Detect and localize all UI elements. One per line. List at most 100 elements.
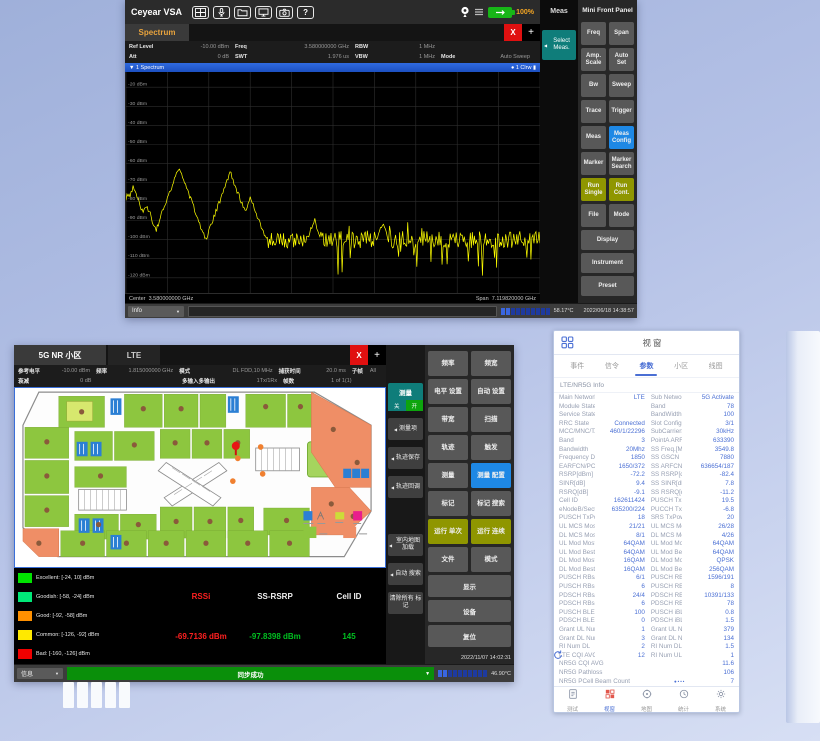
button-item[interactable]: 测量: [428, 463, 468, 488]
svg-text:-90 dBm: -90 dBm: [128, 215, 147, 221]
button-run-single[interactable]: Run Single: [581, 178, 606, 201]
side-button-item[interactable]: ◀轨迹保存: [388, 447, 423, 469]
button-run-cont[interactable]: Run Cont.: [609, 178, 634, 201]
param-label: 捕获时间: [279, 367, 315, 375]
footer-tab-item[interactable]: 测试: [554, 686, 591, 713]
row-value: Connected: [595, 420, 645, 429]
footer-tab-item[interactable]: 视窗: [591, 686, 628, 713]
viewer-tab-item[interactable]: 小区: [664, 355, 699, 377]
refresh-icon[interactable]: [554, 650, 563, 660]
button-item[interactable]: 自动 设置: [471, 379, 511, 404]
help-icon[interactable]: ?: [297, 6, 314, 19]
button-marker[interactable]: Marker: [581, 152, 606, 175]
channel-bar-right: ● 1 Clrw ▮: [511, 65, 536, 71]
row-value: 18: [595, 514, 645, 523]
row-label: eNodeB/Sector ID: [559, 506, 595, 515]
button-instrument[interactable]: Instrument: [581, 253, 634, 273]
row-label: SS ARFCN/PCI: [651, 463, 682, 472]
button-item[interactable]: 文件: [428, 547, 468, 572]
apps-grid-icon[interactable]: [561, 336, 574, 349]
spectrum-channel-bar[interactable]: ▼ 1 Spectrum ● 1 Clrw ▮: [125, 63, 540, 72]
button-file[interactable]: File: [581, 204, 606, 227]
toggle-off[interactable]: 关: [388, 400, 406, 411]
row-label: DL MCS Most/Best: [559, 532, 595, 541]
folder-icon[interactable]: [234, 6, 251, 19]
button-item[interactable]: 带宽: [428, 407, 468, 432]
side-button-item[interactable]: 清除所有 标记: [388, 592, 423, 614]
add-tab-button[interactable]: +: [368, 345, 386, 365]
info-dropdown[interactable]: Info▼: [128, 306, 184, 317]
footer-tab-item[interactable]: 系统: [702, 686, 739, 713]
layout-icon[interactable]: [192, 6, 209, 19]
button-span[interactable]: Span: [609, 22, 634, 45]
led-block: [458, 670, 462, 677]
select-meas-button[interactable]: ◀Select Meas.: [542, 30, 576, 60]
button-item[interactable]: 频宽: [471, 351, 511, 376]
side-button-item[interactable]: ◀测量项: [388, 418, 423, 440]
button-item[interactable]: 设备: [428, 600, 511, 622]
button-trace[interactable]: Trace: [581, 100, 606, 123]
footer-tab-item[interactable]: 地图: [628, 686, 665, 713]
meas-on-off-toggle[interactable]: 关 开: [388, 400, 423, 411]
close-tab-button[interactable]: X: [504, 24, 522, 41]
camera-icon[interactable]: [276, 6, 293, 19]
button-item[interactable]: 电平 设置: [428, 379, 468, 404]
button-freq[interactable]: Freq: [581, 22, 606, 45]
button-item[interactable]: 复位: [428, 625, 511, 647]
button-item[interactable]: 标记: [428, 491, 468, 516]
viewer-tab-item[interactable]: 线图: [698, 355, 733, 377]
viewer-tab-item[interactable]: 参数: [629, 355, 664, 377]
display-icon[interactable]: [255, 6, 272, 19]
viewer-tab-item[interactable]: 事件: [560, 355, 595, 377]
param-value: DL FDD,10 MHz: [230, 368, 279, 374]
parameter-list[interactable]: Main NetworkLTESub Network5G ActivateMod…: [554, 393, 739, 686]
tab-lte[interactable]: LTE: [108, 345, 160, 365]
led-block: [501, 308, 505, 315]
side-button-item[interactable]: ◀自动 搜索: [388, 563, 423, 585]
button-item[interactable]: 测量 配置: [471, 463, 511, 488]
close-tab-button[interactable]: X: [350, 345, 368, 365]
legend-label: Excellent: [-24, 10] dBm: [36, 575, 94, 581]
legend-label: Goodish: [-58, -24] dBm: [36, 594, 94, 600]
button-mode[interactable]: Mode: [609, 204, 634, 227]
button-item[interactable]: 运行 连续: [471, 519, 511, 544]
button-item[interactable]: 模式: [471, 547, 511, 572]
side-button-item[interactable]: ◀室内地图 加载: [388, 534, 423, 556]
viewer-tab-item[interactable]: 信令: [595, 355, 630, 377]
button-bw[interactable]: Bw: [581, 74, 606, 97]
tab-spectrum[interactable]: Spectrum: [125, 24, 189, 41]
center-label: Center: [129, 296, 146, 302]
button-meas[interactable]: Meas: [581, 126, 606, 149]
row-value: 3: [595, 635, 645, 644]
button-preset[interactable]: Preset: [581, 276, 634, 296]
button-meas-config[interactable]: Meas Config: [609, 126, 634, 149]
button-item[interactable]: 频率: [428, 351, 468, 376]
info-dropdown[interactable]: 信息▼: [17, 668, 63, 679]
side-button-item[interactable]: ◀轨迹回调: [388, 476, 423, 498]
sync-status-banner[interactable]: 同步成功▼: [67, 667, 434, 680]
button-item[interactable]: 运行 单次: [428, 519, 468, 544]
spectrum-plot[interactable]: -20 dBm-30 dBm-40 dBm-50 dBm-60 dBm-70 d…: [125, 72, 540, 293]
button-item[interactable]: 轨迹: [428, 435, 468, 460]
button-trigger[interactable]: Trigger: [609, 100, 634, 123]
led-block: [468, 670, 472, 677]
indoor-floor-plan-map[interactable]: [14, 387, 386, 568]
footer-tab-item[interactable]: 统计: [665, 686, 702, 713]
button-item[interactable]: 触发: [471, 435, 511, 460]
button-item[interactable]: 标记 搜索: [471, 491, 511, 516]
button-item[interactable]: 显示: [428, 575, 511, 597]
button-amp-scale[interactable]: Amp. Scale: [581, 48, 606, 71]
location-pin-icon[interactable]: [460, 6, 470, 18]
toggle-on[interactable]: 开: [406, 400, 424, 411]
tab-5g-nr-cell[interactable]: 5G NR 小区: [14, 345, 106, 365]
button-auto-set[interactable]: Auto Set: [609, 48, 634, 71]
mic-icon[interactable]: [213, 6, 230, 19]
button-sweep[interactable]: Sweep: [609, 74, 634, 97]
menu-lines-icon[interactable]: [474, 7, 484, 17]
button-display[interactable]: Display: [581, 230, 634, 250]
button-item[interactable]: 扫描: [471, 407, 511, 432]
button-marker-search[interactable]: Marker Search: [609, 152, 634, 175]
meas-toggle-header[interactable]: 测量: [388, 383, 423, 400]
add-tab-button[interactable]: +: [522, 24, 540, 41]
table-row: eNodeB/Sector ID635200/224PUCCH TxPower-…: [559, 506, 734, 515]
